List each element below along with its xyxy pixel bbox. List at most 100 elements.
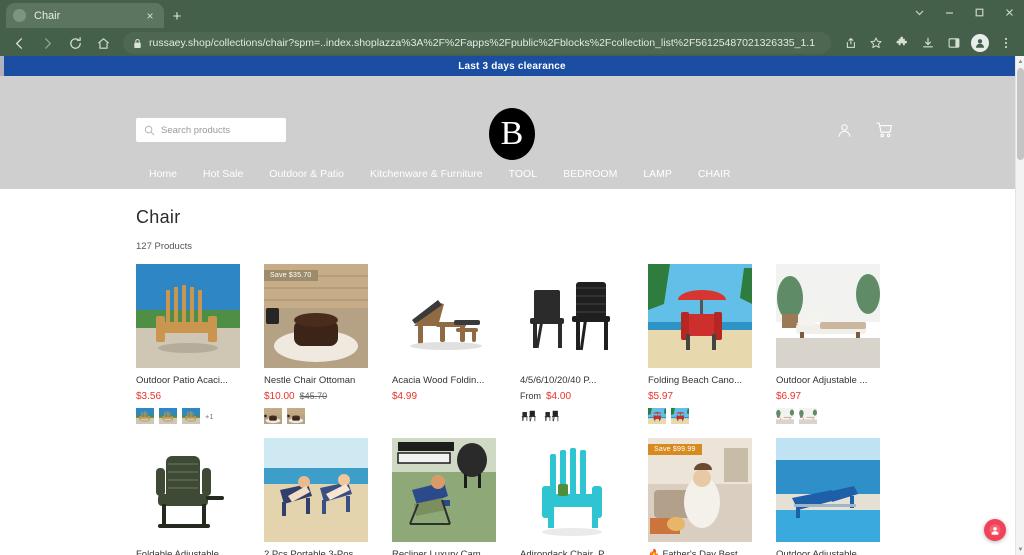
profile-avatar[interactable]	[968, 31, 992, 55]
product-card[interactable]: Outdoor Patio Acaci... $3.56 +1	[136, 264, 240, 425]
store-logo[interactable]: B	[489, 108, 535, 160]
product-image[interactable]	[520, 438, 624, 543]
save-badge: Save $99.99	[648, 444, 702, 456]
cart-icon[interactable]	[875, 121, 894, 139]
nav-item-chair[interactable]: CHAIR	[685, 164, 744, 184]
product-image[interactable]	[776, 264, 880, 368]
nav-item-tool[interactable]: TOOL	[496, 164, 550, 184]
variant-swatch[interactable]	[264, 408, 282, 425]
product-price-row: $6.97	[776, 391, 880, 402]
extensions-icon[interactable]	[890, 31, 914, 55]
product-title: Nestle Chair Ottoman	[264, 375, 356, 386]
chrome-menu-icon[interactable]	[994, 31, 1018, 55]
side-panel-icon[interactable]	[942, 31, 966, 55]
reload-icon[interactable]	[62, 30, 88, 56]
downloads-icon[interactable]	[916, 31, 940, 55]
product-old-price: $45.70	[299, 391, 328, 402]
browser-tab-chair[interactable]: Chair ×	[6, 3, 164, 28]
minimize-icon[interactable]	[934, 0, 964, 24]
product-image[interactable]	[520, 264, 624, 368]
variant-swatch[interactable]	[799, 408, 817, 425]
chevron-down-icon[interactable]	[904, 0, 934, 24]
product-price: $10.00	[264, 391, 295, 403]
product-grid: Outdoor Patio Acaci... $3.56 +1 Save $35…	[136, 264, 888, 555]
product-price-row: From $4.00	[520, 391, 624, 402]
variant-swatch[interactable]	[520, 408, 538, 425]
product-price: $5.97	[648, 391, 674, 403]
variant-swatch[interactable]	[287, 408, 305, 425]
product-image[interactable]	[648, 264, 752, 368]
variant-swatch[interactable]	[543, 408, 561, 425]
price-prefix: From	[520, 391, 541, 402]
bookmark-star-icon[interactable]	[864, 31, 888, 55]
product-card[interactable]: Recliner Luxury Cam...	[392, 438, 496, 555]
close-tab-icon[interactable]: ×	[143, 10, 157, 22]
product-image[interactable]	[136, 264, 240, 368]
scroll-up-arrow[interactable]: ▲	[1016, 56, 1024, 67]
variant-swatch[interactable]	[648, 408, 666, 425]
product-card[interactable]: Acacia Wood Foldin... $4.99	[392, 264, 496, 424]
nav-item-kitchenware-furniture[interactable]: Kitchenware & Furniture	[357, 164, 496, 184]
account-icon[interactable]	[836, 122, 853, 139]
product-image[interactable]	[776, 438, 880, 543]
browser-toolbar: russaey.shop/collections/chair?spm=..ind…	[0, 28, 1024, 58]
scrollbar-thumb[interactable]	[1017, 68, 1024, 160]
variant-swatch[interactable]	[776, 408, 794, 425]
variant-more-count[interactable]: +1	[205, 412, 214, 421]
share-icon[interactable]	[838, 31, 862, 55]
variant-swatch[interactable]	[671, 408, 689, 425]
product-card[interactable]: Folding Beach Cano... $5.97	[648, 264, 752, 425]
product-price-row: $4.99	[392, 391, 496, 402]
new-tab-button[interactable]: +	[164, 4, 190, 28]
scroll-down-arrow[interactable]: ▼	[1016, 544, 1024, 555]
variant-swatch[interactable]	[182, 408, 200, 425]
nav-item-lamp[interactable]: LAMP	[630, 164, 685, 184]
product-price: $6.97	[776, 391, 802, 403]
product-card[interactable]: Save $99.99 🔥 Father's Day Best ...	[648, 438, 752, 555]
product-card[interactable]: Foldable Adjustable ...	[136, 438, 240, 555]
page-scrollbar[interactable]: ▲ ▼	[1015, 56, 1024, 555]
forward-icon[interactable]	[34, 30, 60, 56]
product-image[interactable]: Save $35.70	[264, 264, 368, 368]
product-card[interactable]: 4/5/6/10/20/40 P... From $4.00	[520, 264, 624, 425]
variant-swatches	[648, 408, 752, 425]
search-box[interactable]	[136, 118, 286, 142]
variant-swatch[interactable]	[159, 408, 177, 425]
product-image[interactable]	[264, 438, 368, 543]
nav-item-bedroom[interactable]: BEDROOM	[550, 164, 630, 184]
product-card[interactable]: Outdoor Adjustable ... $6.97	[776, 264, 880, 425]
product-image[interactable]: Save $99.99	[648, 438, 752, 543]
product-card[interactable]: Save $35.70 Nestle Chair Ottoman $10.00 $45…	[264, 264, 368, 425]
product-card[interactable]: Outdoor Adjustable ...	[776, 438, 880, 555]
search-icon	[144, 125, 155, 136]
product-card[interactable]: 2 Pcs Portable 3-Pos...	[264, 438, 368, 555]
product-title: Adirondack Chair ,P...	[520, 549, 612, 555]
product-image[interactable]	[392, 438, 496, 543]
product-price-row: $10.00 $45.70	[264, 391, 368, 402]
product-title: Folding Beach Cano...	[648, 375, 743, 386]
product-image[interactable]	[392, 264, 496, 368]
variant-swatch[interactable]	[136, 408, 154, 425]
product-title: 🔥 Father's Day Best ...	[648, 549, 749, 555]
maximize-icon[interactable]	[964, 0, 994, 24]
url-text: russaey.shop/collections/chair?spm=..ind…	[149, 37, 816, 49]
home-icon[interactable]	[90, 30, 116, 56]
nav-item-home[interactable]: Home	[136, 164, 190, 184]
variant-swatches	[264, 408, 368, 425]
chat-support-button[interactable]	[984, 519, 1006, 541]
product-title: Foldable Adjustable ...	[136, 549, 230, 555]
product-price-row: $5.97	[648, 391, 752, 402]
nav-item-outdoor-patio[interactable]: Outdoor & Patio	[256, 164, 357, 184]
back-icon[interactable]	[6, 30, 32, 56]
page-title: Chair	[136, 207, 181, 227]
nav-item-hot-sale[interactable]: Hot Sale	[190, 164, 256, 184]
search-input[interactable]	[161, 124, 278, 136]
product-title: Outdoor Adjustable ...	[776, 375, 868, 386]
close-window-icon[interactable]	[994, 0, 1024, 24]
product-card[interactable]: Adirondack Chair ,P...	[520, 438, 624, 555]
browser-window: Chair × + russaey.shop/collections/chair…	[0, 0, 1024, 555]
header-icons	[836, 121, 894, 139]
product-image[interactable]	[136, 438, 240, 543]
tab-favicon	[13, 9, 26, 22]
address-bar[interactable]: russaey.shop/collections/chair?spm=..ind…	[123, 32, 831, 54]
